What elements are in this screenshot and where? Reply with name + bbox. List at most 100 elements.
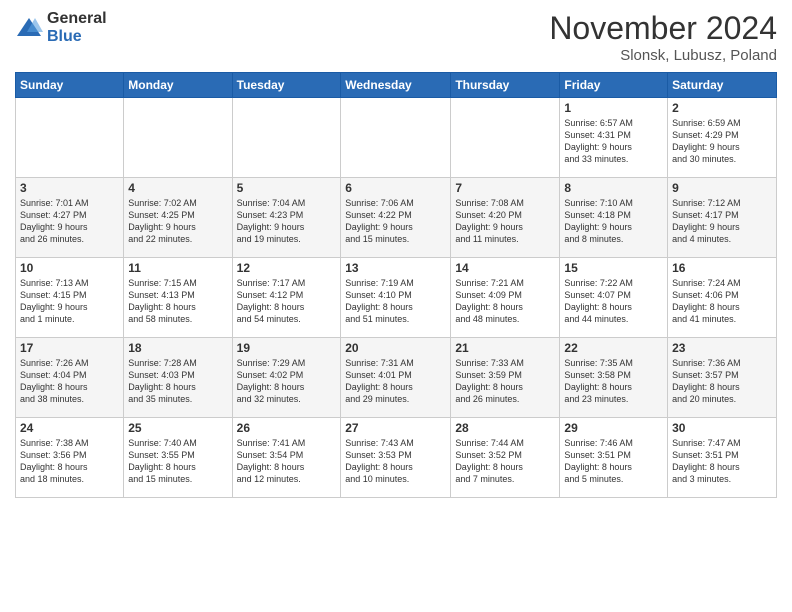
cell-content: Sunrise: 7:44 AM Sunset: 3:52 PM Dayligh… — [455, 437, 555, 486]
cell-content: Sunrise: 7:46 AM Sunset: 3:51 PM Dayligh… — [564, 437, 663, 486]
cell-content: Sunrise: 7:36 AM Sunset: 3:57 PM Dayligh… — [672, 357, 772, 406]
day-number: 23 — [672, 341, 772, 355]
calendar-body: 1Sunrise: 6:57 AM Sunset: 4:31 PM Daylig… — [16, 98, 777, 498]
cell-content: Sunrise: 7:40 AM Sunset: 3:55 PM Dayligh… — [128, 437, 227, 486]
cell-content: Sunrise: 7:04 AM Sunset: 4:23 PM Dayligh… — [237, 197, 337, 246]
calendar-cell-15: 15 Sunrise: 7:22 AM Sunset: 4:07 PM Dayli… — [560, 258, 668, 338]
calendar-cell-16: 16Sunrise: 7:24 AM Sunset: 4:06 PM Dayli… — [668, 258, 777, 338]
cell-content: Sunrise: 6:59 AM Sunset: 4:29 PM Dayligh… — [672, 117, 772, 166]
calendar-header: SundayMondayTuesdayWednesdayThursdayFrid… — [16, 73, 777, 98]
cell-content: Sunrise: 7:13 AM Sunset: 4:15 PM Dayligh… — [20, 277, 119, 326]
calendar-cell-27: 27Sunrise: 7:43 AM Sunset: 3:53 PM Dayli… — [341, 418, 451, 498]
calendar-cell-8: 8Sunrise: 7:10 AM Sunset: 4:18 PM Daylig… — [560, 178, 668, 258]
calendar-cell-30: 30 Sunrise: 7:47 AM Sunset: 3:51 PM Dayli… — [668, 418, 777, 498]
cell-content: Sunrise: 7:26 AM Sunset: 4:04 PM Dayligh… — [20, 357, 119, 406]
day-number: 13 — [345, 261, 446, 275]
calendar-cell-11: 11Sunrise: 7:15 AM Sunset: 4:13 PM Dayli… — [124, 258, 232, 338]
calendar-cell-29: 29Sunrise: 7:46 AM Sunset: 3:51 PM Dayli… — [560, 418, 668, 498]
cell-content: Sunrise: 7:08 AM Sunset: 4:20 PM Dayligh… — [455, 197, 555, 246]
cell-content: Sunrise: 7:01 AM Sunset: 4:27 PM Dayligh… — [20, 197, 119, 246]
day-number: 9 — [672, 181, 772, 195]
cell-content: Sunrise: 7:38 AM Sunset: 3:56 PM Dayligh… — [20, 437, 119, 486]
cell-content: Sunrise: 7:35 AM Sunset: 3:58 PM Dayligh… — [564, 357, 663, 406]
calendar-table: SundayMondayTuesdayWednesdayThursdayFrid… — [15, 72, 777, 498]
calendar-week-3: 10Sunrise: 7:13 AM Sunset: 4:15 PM Dayli… — [16, 258, 777, 338]
day-number: 4 — [128, 181, 227, 195]
cell-content: Sunrise: 7:12 AM Sunset: 4:17 PM Dayligh… — [672, 197, 772, 246]
calendar-cell-28: 28 Sunrise: 7:44 AM Sunset: 3:52 PM Dayli… — [451, 418, 560, 498]
day-number: 3 — [20, 181, 119, 195]
calendar-cell-12: 12Sunrise: 7:17 AM Sunset: 4:12 PM Dayli… — [232, 258, 341, 338]
calendar-week-1: 1Sunrise: 6:57 AM Sunset: 4:31 PM Daylig… — [16, 98, 777, 178]
calendar-cell-empty — [451, 98, 560, 178]
calendar-cell-17: 17 Sunrise: 7:26 AM Sunset: 4:04 PM Dayli… — [16, 338, 124, 418]
cell-content: Sunrise: 7:29 AM Sunset: 4:02 PM Dayligh… — [237, 357, 337, 406]
weekday-header-friday: Friday — [560, 73, 668, 98]
day-number: 15 — [564, 261, 663, 275]
location: Slonsk, Lubusz, Poland — [549, 47, 777, 64]
page: General Blue November 2024 Slonsk, Lubus… — [0, 0, 792, 612]
weekday-header-wednesday: Wednesday — [341, 73, 451, 98]
logo-icon — [15, 14, 43, 42]
weekday-header-monday: Monday — [124, 73, 232, 98]
day-number: 16 — [672, 261, 772, 275]
cell-content: Sunrise: 7:47 AM Sunset: 3:51 PM Dayligh… — [672, 437, 772, 486]
calendar-cell-26: 26 Sunrise: 7:41 AM Sunset: 3:54 PM Dayli… — [232, 418, 341, 498]
weekday-header-tuesday: Tuesday — [232, 73, 341, 98]
cell-content: Sunrise: 7:06 AM Sunset: 4:22 PM Dayligh… — [345, 197, 446, 246]
cell-content: Sunrise: 7:31 AM Sunset: 4:01 PM Dayligh… — [345, 357, 446, 406]
cell-content: Sunrise: 7:21 AM Sunset: 4:09 PM Dayligh… — [455, 277, 555, 326]
day-number: 17 — [20, 341, 119, 355]
calendar-cell-14: 14 Sunrise: 7:21 AM Sunset: 4:09 PM Dayli… — [451, 258, 560, 338]
title-area: November 2024 Slonsk, Lubusz, Poland — [549, 10, 777, 64]
day-number: 21 — [455, 341, 555, 355]
header: General Blue November 2024 Slonsk, Lubus… — [15, 10, 777, 64]
calendar-cell-7: 7Sunrise: 7:08 AM Sunset: 4:20 PM Daylig… — [451, 178, 560, 258]
month-title: November 2024 — [549, 10, 777, 47]
cell-content: Sunrise: 6:57 AM Sunset: 4:31 PM Dayligh… — [564, 117, 663, 166]
calendar-cell-20: 20 Sunrise: 7:31 AM Sunset: 4:01 PM Dayli… — [341, 338, 451, 418]
calendar-cell-9: 9 Sunrise: 7:12 AM Sunset: 4:17 PM Daylig… — [668, 178, 777, 258]
cell-content: Sunrise: 7:43 AM Sunset: 3:53 PM Dayligh… — [345, 437, 446, 486]
calendar-cell-6: 6 Sunrise: 7:06 AM Sunset: 4:22 PM Daylig… — [341, 178, 451, 258]
calendar-week-4: 17 Sunrise: 7:26 AM Sunset: 4:04 PM Dayli… — [16, 338, 777, 418]
calendar-cell-empty — [124, 98, 232, 178]
logo-general: General — [47, 10, 107, 28]
cell-content: Sunrise: 7:28 AM Sunset: 4:03 PM Dayligh… — [128, 357, 227, 406]
weekday-header-saturday: Saturday — [668, 73, 777, 98]
calendar-cell-1: 1Sunrise: 6:57 AM Sunset: 4:31 PM Daylig… — [560, 98, 668, 178]
weekday-header-sunday: Sunday — [16, 73, 124, 98]
calendar-cell-empty — [232, 98, 341, 178]
day-number: 8 — [564, 181, 663, 195]
day-number: 26 — [237, 421, 337, 435]
day-number: 19 — [237, 341, 337, 355]
weekday-header-row: SundayMondayTuesdayWednesdayThursdayFrid… — [16, 73, 777, 98]
calendar-cell-19: 19 Sunrise: 7:29 AM Sunset: 4:02 PM Dayli… — [232, 338, 341, 418]
cell-content: Sunrise: 7:41 AM Sunset: 3:54 PM Dayligh… — [237, 437, 337, 486]
calendar-cell-21: 21Sunrise: 7:33 AM Sunset: 3:59 PM Dayli… — [451, 338, 560, 418]
calendar-cell-10: 10Sunrise: 7:13 AM Sunset: 4:15 PM Dayli… — [16, 258, 124, 338]
day-number: 20 — [345, 341, 446, 355]
day-number: 5 — [237, 181, 337, 195]
day-number: 2 — [672, 101, 772, 115]
cell-content: Sunrise: 7:19 AM Sunset: 4:10 PM Dayligh… — [345, 277, 446, 326]
calendar-cell-23: 23 Sunrise: 7:36 AM Sunset: 3:57 PM Dayli… — [668, 338, 777, 418]
day-number: 30 — [672, 421, 772, 435]
calendar-cell-25: 25 Sunrise: 7:40 AM Sunset: 3:55 PM Dayli… — [124, 418, 232, 498]
day-number: 11 — [128, 261, 227, 275]
cell-content: Sunrise: 7:22 AM Sunset: 4:07 PM Dayligh… — [564, 277, 663, 326]
day-number: 14 — [455, 261, 555, 275]
day-number: 6 — [345, 181, 446, 195]
calendar-week-5: 24 Sunrise: 7:38 AM Sunset: 3:56 PM Dayli… — [16, 418, 777, 498]
cell-content: Sunrise: 7:02 AM Sunset: 4:25 PM Dayligh… — [128, 197, 227, 246]
day-number: 28 — [455, 421, 555, 435]
logo-blue: Blue — [47, 28, 107, 46]
logo-text: General Blue — [47, 10, 107, 45]
calendar-cell-empty — [341, 98, 451, 178]
calendar-cell-18: 18 Sunrise: 7:28 AM Sunset: 4:03 PM Dayli… — [124, 338, 232, 418]
day-number: 25 — [128, 421, 227, 435]
calendar-cell-24: 24 Sunrise: 7:38 AM Sunset: 3:56 PM Dayli… — [16, 418, 124, 498]
calendar-cell-empty — [16, 98, 124, 178]
day-number: 24 — [20, 421, 119, 435]
day-number: 18 — [128, 341, 227, 355]
